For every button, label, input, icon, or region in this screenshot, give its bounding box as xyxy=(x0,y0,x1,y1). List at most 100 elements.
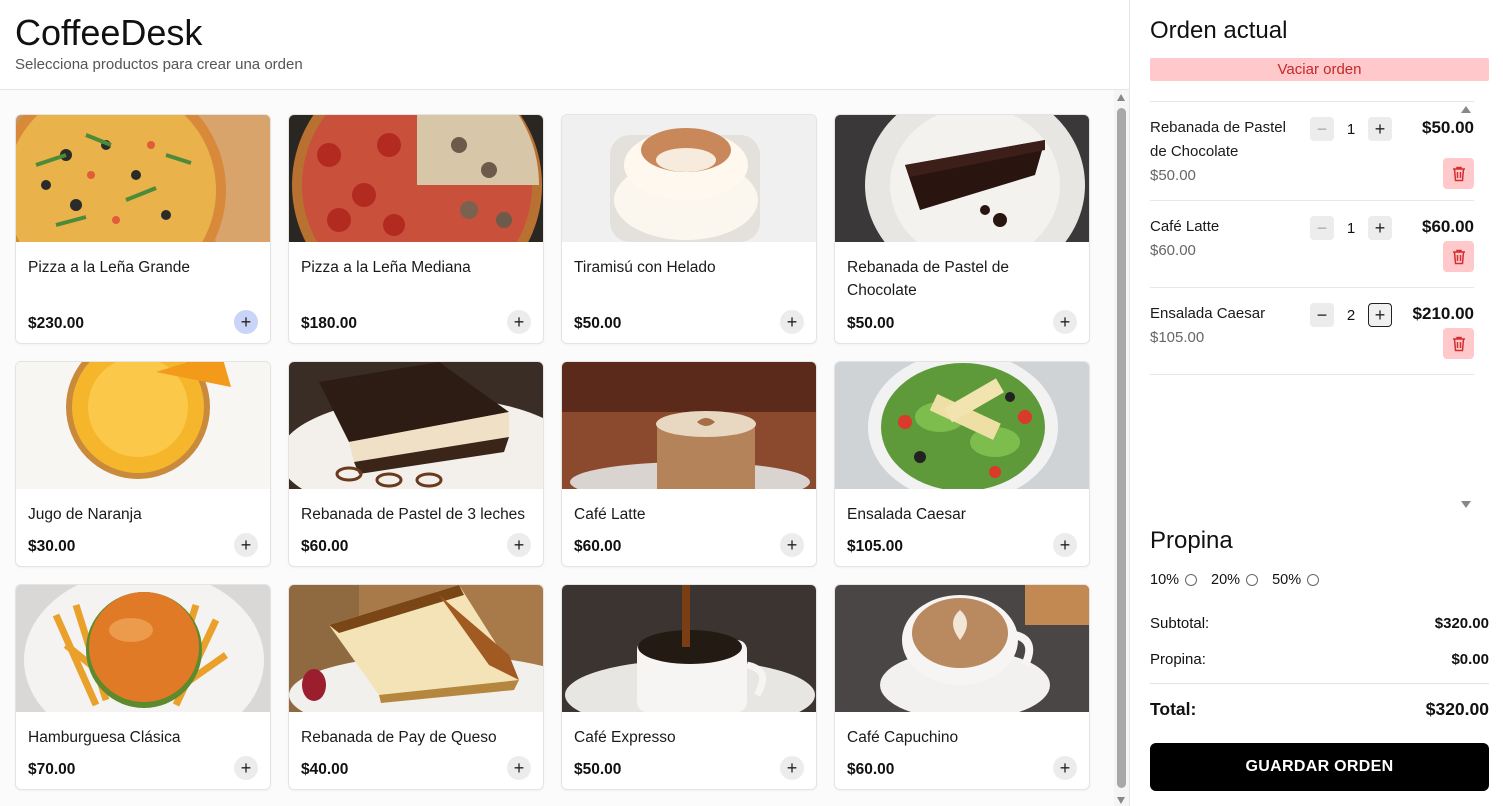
add-to-order-button[interactable]: + xyxy=(1053,310,1077,334)
product-price: $60.00 xyxy=(574,538,622,555)
product-price: $60.00 xyxy=(301,538,349,555)
order-item-name: Rebanada de Pastel de Chocolate xyxy=(1150,119,1286,160)
scroll-down-arrow-icon[interactable] xyxy=(1117,797,1125,804)
plus-icon: + xyxy=(513,535,525,555)
minus-icon: − xyxy=(1316,217,1328,238)
tip-option-50[interactable]: 50% xyxy=(1272,572,1320,588)
radio-button[interactable] xyxy=(1185,574,1198,586)
app-root: CoffeeDesk Selecciona productos para cre… xyxy=(0,0,1503,806)
add-to-order-button[interactable]: + xyxy=(234,533,258,557)
decrease-quantity-button[interactable]: − xyxy=(1310,303,1334,327)
product-card[interactable]: Pizza a la Leña Grande $230.00 + xyxy=(15,114,271,344)
quantity-stepper: − 1 + xyxy=(1310,117,1392,141)
add-to-order-button[interactable]: + xyxy=(1053,756,1077,780)
tip-option-label: 50% xyxy=(1272,572,1302,588)
product-card[interactable]: Café Latte $60.00 + xyxy=(561,361,817,567)
tip-option-20[interactable]: 20% xyxy=(1211,572,1259,588)
product-card[interactable]: Café Expresso $50.00 + xyxy=(561,584,817,790)
product-card[interactable]: Pizza a la Leña Mediana $180.00 + xyxy=(288,114,544,344)
product-price: $230.00 xyxy=(28,315,85,332)
clear-order-button[interactable]: Vaciar orden xyxy=(1150,58,1489,81)
product-price: $105.00 xyxy=(847,538,904,555)
product-card[interactable]: Tiramisú con Helado $50.00 + xyxy=(561,114,817,344)
increase-quantity-button[interactable]: + xyxy=(1368,216,1392,240)
tiramisu-photo xyxy=(562,115,816,242)
chocolate-cake-photo xyxy=(835,115,1089,242)
order-items-list: Rebanada de Pastel de Chocolate $50.00 −… xyxy=(1150,101,1474,511)
product-price: $50.00 xyxy=(847,315,895,332)
scroll-up-arrow-icon[interactable] xyxy=(1117,94,1125,101)
product-card[interactable]: Café Capuchino $60.00 + xyxy=(834,584,1090,790)
product-name: Jugo de Naranja xyxy=(28,506,142,523)
catalog-scrollbar[interactable] xyxy=(1114,90,1129,806)
decrease-quantity-button[interactable]: − xyxy=(1310,117,1334,141)
remove-item-button[interactable] xyxy=(1443,158,1474,189)
add-to-order-button[interactable]: + xyxy=(234,310,258,334)
add-to-order-button[interactable]: + xyxy=(507,310,531,334)
orange-juice-photo xyxy=(16,362,270,489)
increase-quantity-button[interactable]: + xyxy=(1368,303,1392,327)
product-card[interactable]: Hamburguesa Clásica $70.00 + xyxy=(15,584,271,790)
order-scroll-up-icon[interactable] xyxy=(1461,106,1471,113)
add-to-order-button[interactable]: + xyxy=(1053,533,1077,557)
catalog-header: CoffeeDesk Selecciona productos para cre… xyxy=(0,0,1129,90)
radio-button[interactable] xyxy=(1246,574,1259,586)
product-card[interactable]: Rebanada de Pastel de 3 leches $60.00 + xyxy=(288,361,544,567)
product-price: $30.00 xyxy=(28,538,76,555)
plus-icon: + xyxy=(240,535,252,555)
quantity-stepper: − 2 + xyxy=(1310,303,1392,327)
decrease-quantity-button[interactable]: − xyxy=(1310,216,1334,240)
order-scroll-down-icon[interactable] xyxy=(1461,501,1471,508)
plus-icon: + xyxy=(513,758,525,778)
radio-button[interactable] xyxy=(1307,574,1320,586)
remove-item-button[interactable] xyxy=(1443,241,1474,272)
product-card[interactable]: Jugo de Naranja $30.00 + xyxy=(15,361,271,567)
minus-icon: − xyxy=(1316,304,1328,325)
order-item-unit-price: $60.00 xyxy=(1150,242,1196,259)
quantity-stepper: − 1 + xyxy=(1310,216,1392,240)
order-item-total: $210.00 xyxy=(1412,304,1474,323)
add-to-order-button[interactable]: + xyxy=(780,533,804,557)
product-grid-viewport: Pizza a la Leña Grande $230.00 + Pizza a… xyxy=(0,90,1114,806)
add-to-order-button[interactable]: + xyxy=(507,756,531,780)
add-to-order-button[interactable]: + xyxy=(780,310,804,334)
remove-item-button[interactable] xyxy=(1443,328,1474,359)
plus-icon: + xyxy=(1059,312,1071,332)
order-item-name: Ensalada Caesar xyxy=(1150,305,1266,322)
product-price: $50.00 xyxy=(574,761,622,778)
summary-divider xyxy=(1150,683,1489,684)
order-item-unit-price: $50.00 xyxy=(1150,167,1196,184)
order-item: Rebanada de Pastel de Chocolate $50.00 −… xyxy=(1150,102,1474,201)
order-title: Orden actual xyxy=(1150,17,1288,44)
product-name: Café Capuchino xyxy=(847,729,959,746)
caesar-salad-photo xyxy=(835,362,1089,489)
cappuccino-photo xyxy=(835,585,1089,712)
app-title: CoffeeDesk xyxy=(15,12,203,53)
product-card[interactable]: Rebanada de Pastel de Chocolate $50.00 + xyxy=(834,114,1090,344)
app-subtitle: Selecciona productos para crear una orde… xyxy=(15,56,303,73)
total-label: Total: xyxy=(1150,699,1197,719)
tip-option-label: 20% xyxy=(1211,572,1241,588)
increase-quantity-button[interactable]: + xyxy=(1368,117,1392,141)
burger-photo xyxy=(16,585,270,712)
product-price: $70.00 xyxy=(28,761,76,778)
add-to-order-button[interactable]: + xyxy=(507,533,531,557)
save-order-button[interactable]: GUARDAR ORDEN xyxy=(1150,743,1489,791)
add-to-order-button[interactable]: + xyxy=(780,756,804,780)
add-to-order-button[interactable]: + xyxy=(234,756,258,780)
product-name: Ensalada Caesar xyxy=(847,506,966,523)
total-row: Total: $320.00 xyxy=(1150,699,1489,720)
tip-title: Propina xyxy=(1150,527,1233,554)
product-card[interactable]: Ensalada Caesar $105.00 + xyxy=(834,361,1090,567)
trash-icon xyxy=(1452,166,1465,181)
subtotal-value: $320.00 xyxy=(1434,615,1489,632)
plus-icon: + xyxy=(1059,758,1071,778)
order-item: Ensalada Caesar $105.00 − 2 + $210.00 xyxy=(1150,288,1474,375)
product-name: Pizza a la Leña Grande xyxy=(28,259,190,276)
product-name: Pizza a la Leña Mediana xyxy=(301,259,471,276)
order-item-name: Café Latte xyxy=(1150,218,1220,235)
tip-options: 10% 20% 50% xyxy=(1150,572,1333,588)
product-card[interactable]: Rebanada de Pay de Queso $40.00 + xyxy=(288,584,544,790)
tip-option-10[interactable]: 10% xyxy=(1150,572,1198,588)
scrollbar-thumb[interactable] xyxy=(1117,108,1126,788)
